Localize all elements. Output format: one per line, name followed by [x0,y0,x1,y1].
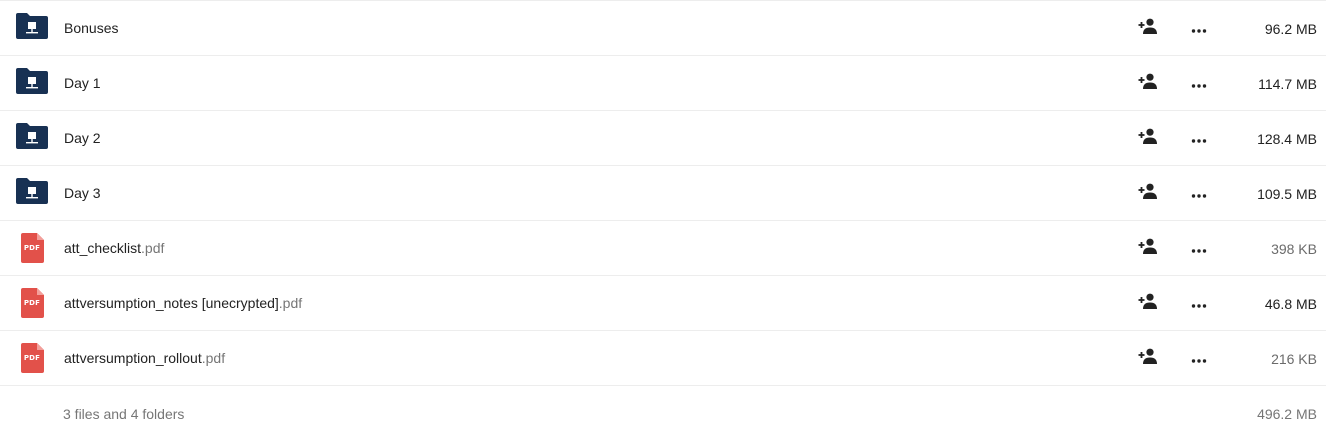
more-actions-button[interactable] [1187,221,1211,276]
share-button[interactable] [1136,331,1160,386]
file-icon-cell [0,166,64,221]
file-size: 109.5 MB [1257,185,1317,202]
network-folder-icon [14,12,50,45]
more-horizontal-icon [1191,130,1207,148]
network-folder-icon [14,177,50,210]
add-person-icon [1138,293,1158,314]
file-list-summary: 3 files and 4 folders 496.2 MB [0,386,1326,433]
file-basename: Day 1 [64,75,101,91]
file-icon-cell: PDF [0,221,64,276]
share-button[interactable] [1136,221,1160,276]
more-actions-button[interactable] [1187,276,1211,331]
pdf-icon: PDF [20,233,44,263]
add-person-icon [1138,348,1158,369]
share-button[interactable] [1136,111,1160,166]
file-icon-cell [0,1,64,56]
more-actions-button[interactable] [1187,111,1211,166]
more-horizontal-icon [1191,240,1207,258]
file-size: 46.8 MB [1264,295,1317,312]
pdf-icon: PDF [20,288,44,318]
pdf-badge-text: PDF [23,244,41,252]
file-row[interactable]: Day 3 109.5 MB [0,166,1326,221]
file-size: 128.4 MB [1257,130,1317,147]
more-actions-button[interactable] [1187,1,1211,56]
add-person-icon [1138,238,1158,259]
share-button[interactable] [1136,56,1160,111]
more-horizontal-icon [1191,20,1207,38]
file-basename: Day 2 [64,130,101,146]
file-row[interactable]: Day 1 114.7 MB [0,56,1326,111]
file-icon-cell: PDF [0,331,64,386]
add-person-icon [1138,183,1158,204]
file-basename: Bonuses [64,20,119,36]
more-horizontal-icon [1191,75,1207,93]
file-row[interactable]: Bonuses 96.2 MB [0,1,1326,56]
share-button[interactable] [1136,276,1160,331]
share-button[interactable] [1136,1,1160,56]
more-actions-button[interactable] [1187,331,1211,386]
summary-total-size: 496.2 MB [1257,406,1317,422]
file-basename: attversumption_notes [unecrypted] [64,295,279,311]
file-basename: attversumption_rollout [64,350,202,366]
file-extension: .pdf [141,240,165,256]
share-button[interactable] [1136,166,1160,221]
summary-label: 3 files and 4 folders [63,406,185,422]
add-person-icon [1138,128,1158,149]
file-row[interactable]: PDF att_checklist.pdf 398 KB [0,221,1326,276]
file-row[interactable]: Day 2 128.4 MB [0,111,1326,166]
file-basename: att_checklist [64,240,142,256]
pdf-badge-text: PDF [23,354,41,362]
file-size: 96.2 MB [1264,20,1317,37]
file-size: 216 KB [1271,350,1317,367]
more-horizontal-icon [1191,295,1207,313]
file-size: 114.7 MB [1258,75,1317,92]
network-folder-icon [14,122,50,155]
file-size: 398 KB [1271,240,1317,257]
file-list: Bonuses 96.2 MB Day 1 114.7 MB Day 2 128.4 MB… [0,0,1326,433]
file-row[interactable]: PDF attversumption_notes [unecrypted].pdf… [0,276,1326,331]
add-person-icon [1138,73,1158,94]
more-actions-button[interactable] [1187,56,1211,111]
more-horizontal-icon [1191,185,1207,203]
network-folder-icon [14,67,50,100]
pdf-icon: PDF [20,343,44,373]
file-icon-cell [0,56,64,111]
file-row[interactable]: PDF attversumption_rollout.pdf 216 KB [0,331,1326,386]
file-icon-cell: PDF [0,276,64,331]
file-basename: Day 3 [64,185,101,201]
pdf-badge-text: PDF [23,299,41,307]
file-rows: Bonuses 96.2 MB Day 1 114.7 MB Day 2 128.4 MB… [0,1,1326,386]
file-extension: .pdf [201,350,226,366]
file-extension: .pdf [278,295,303,311]
add-person-icon [1138,18,1158,39]
more-horizontal-icon [1191,350,1207,368]
more-actions-button[interactable] [1187,166,1211,221]
file-icon-cell [0,111,64,166]
